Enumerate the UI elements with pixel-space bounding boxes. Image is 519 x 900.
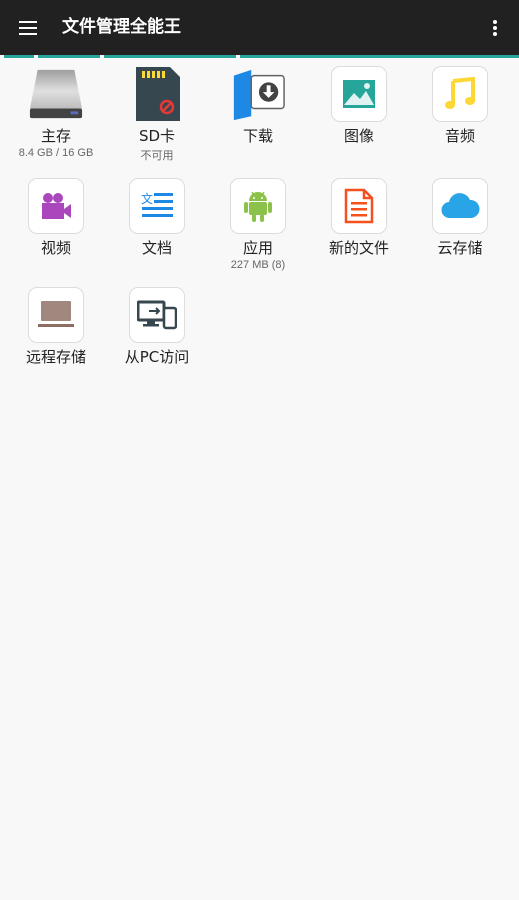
tile-access-from-pc[interactable]: 从PC访问 <box>107 287 207 395</box>
laptop-icon <box>28 287 84 343</box>
app-bar: 文件管理全能王 <box>0 0 519 55</box>
tile-sublabel: 227 MB (8) <box>230 259 286 271</box>
tile-label: 下载 <box>242 127 273 145</box>
more-vert-icon <box>493 20 497 36</box>
tile-cloud-storage[interactable]: 云存储 <box>410 178 510 286</box>
tile-main-storage[interactable]: 主存 8.4 GB / 16 GB <box>6 66 106 174</box>
tile-download[interactable]: 下载 <box>208 66 308 174</box>
tile-label: 远程存储 <box>25 348 86 366</box>
tile-label: 应用 <box>242 239 273 257</box>
tile-remote-storage[interactable]: 远程存储 <box>6 287 106 395</box>
tile-images[interactable]: 图像 <box>309 66 409 174</box>
hard-drive-icon <box>28 66 84 122</box>
tile-video[interactable]: 视频 <box>6 178 106 286</box>
music-icon <box>432 66 488 122</box>
document-icon: 文 <box>129 178 185 234</box>
tile-audio[interactable]: 音频 <box>410 66 510 174</box>
tile-label: 视频 <box>40 239 71 257</box>
download-icon <box>230 66 286 122</box>
cloud-icon <box>432 178 488 234</box>
tile-label: 新的文件 <box>328 239 389 257</box>
menu-button[interactable] <box>12 12 44 44</box>
tile-apps[interactable]: 应用 227 MB (8) <box>208 178 308 286</box>
tile-label: 主存 <box>40 127 71 145</box>
tile-new-files[interactable]: 新的文件 <box>309 178 409 286</box>
tile-sublabel: 8.4 GB / 16 GB <box>18 147 94 159</box>
tile-label: 云存储 <box>437 239 483 257</box>
sd-card-icon <box>129 66 185 122</box>
tile-documents[interactable]: 文 文档 <box>107 178 207 286</box>
tile-sd-card[interactable]: SD卡 不可用 <box>107 66 207 174</box>
tile-sublabel: 不可用 <box>140 150 174 162</box>
tab-indicator-line <box>0 55 519 59</box>
tile-label: 从PC访问 <box>124 348 190 366</box>
tile-label: 图像 <box>343 127 374 145</box>
app-title: 文件管理全能王 <box>62 17 181 37</box>
more-options-button[interactable] <box>483 12 507 44</box>
new-file-icon <box>331 178 387 234</box>
hamburger-menu-icon <box>19 21 37 35</box>
svg-text:文: 文 <box>141 191 153 206</box>
video-icon <box>28 178 84 234</box>
image-icon <box>331 66 387 122</box>
tile-label: 音频 <box>444 127 475 145</box>
tile-label: 文档 <box>141 239 172 257</box>
android-icon <box>230 178 286 234</box>
pc-access-icon <box>129 287 185 343</box>
tile-label: SD卡 <box>138 127 176 145</box>
